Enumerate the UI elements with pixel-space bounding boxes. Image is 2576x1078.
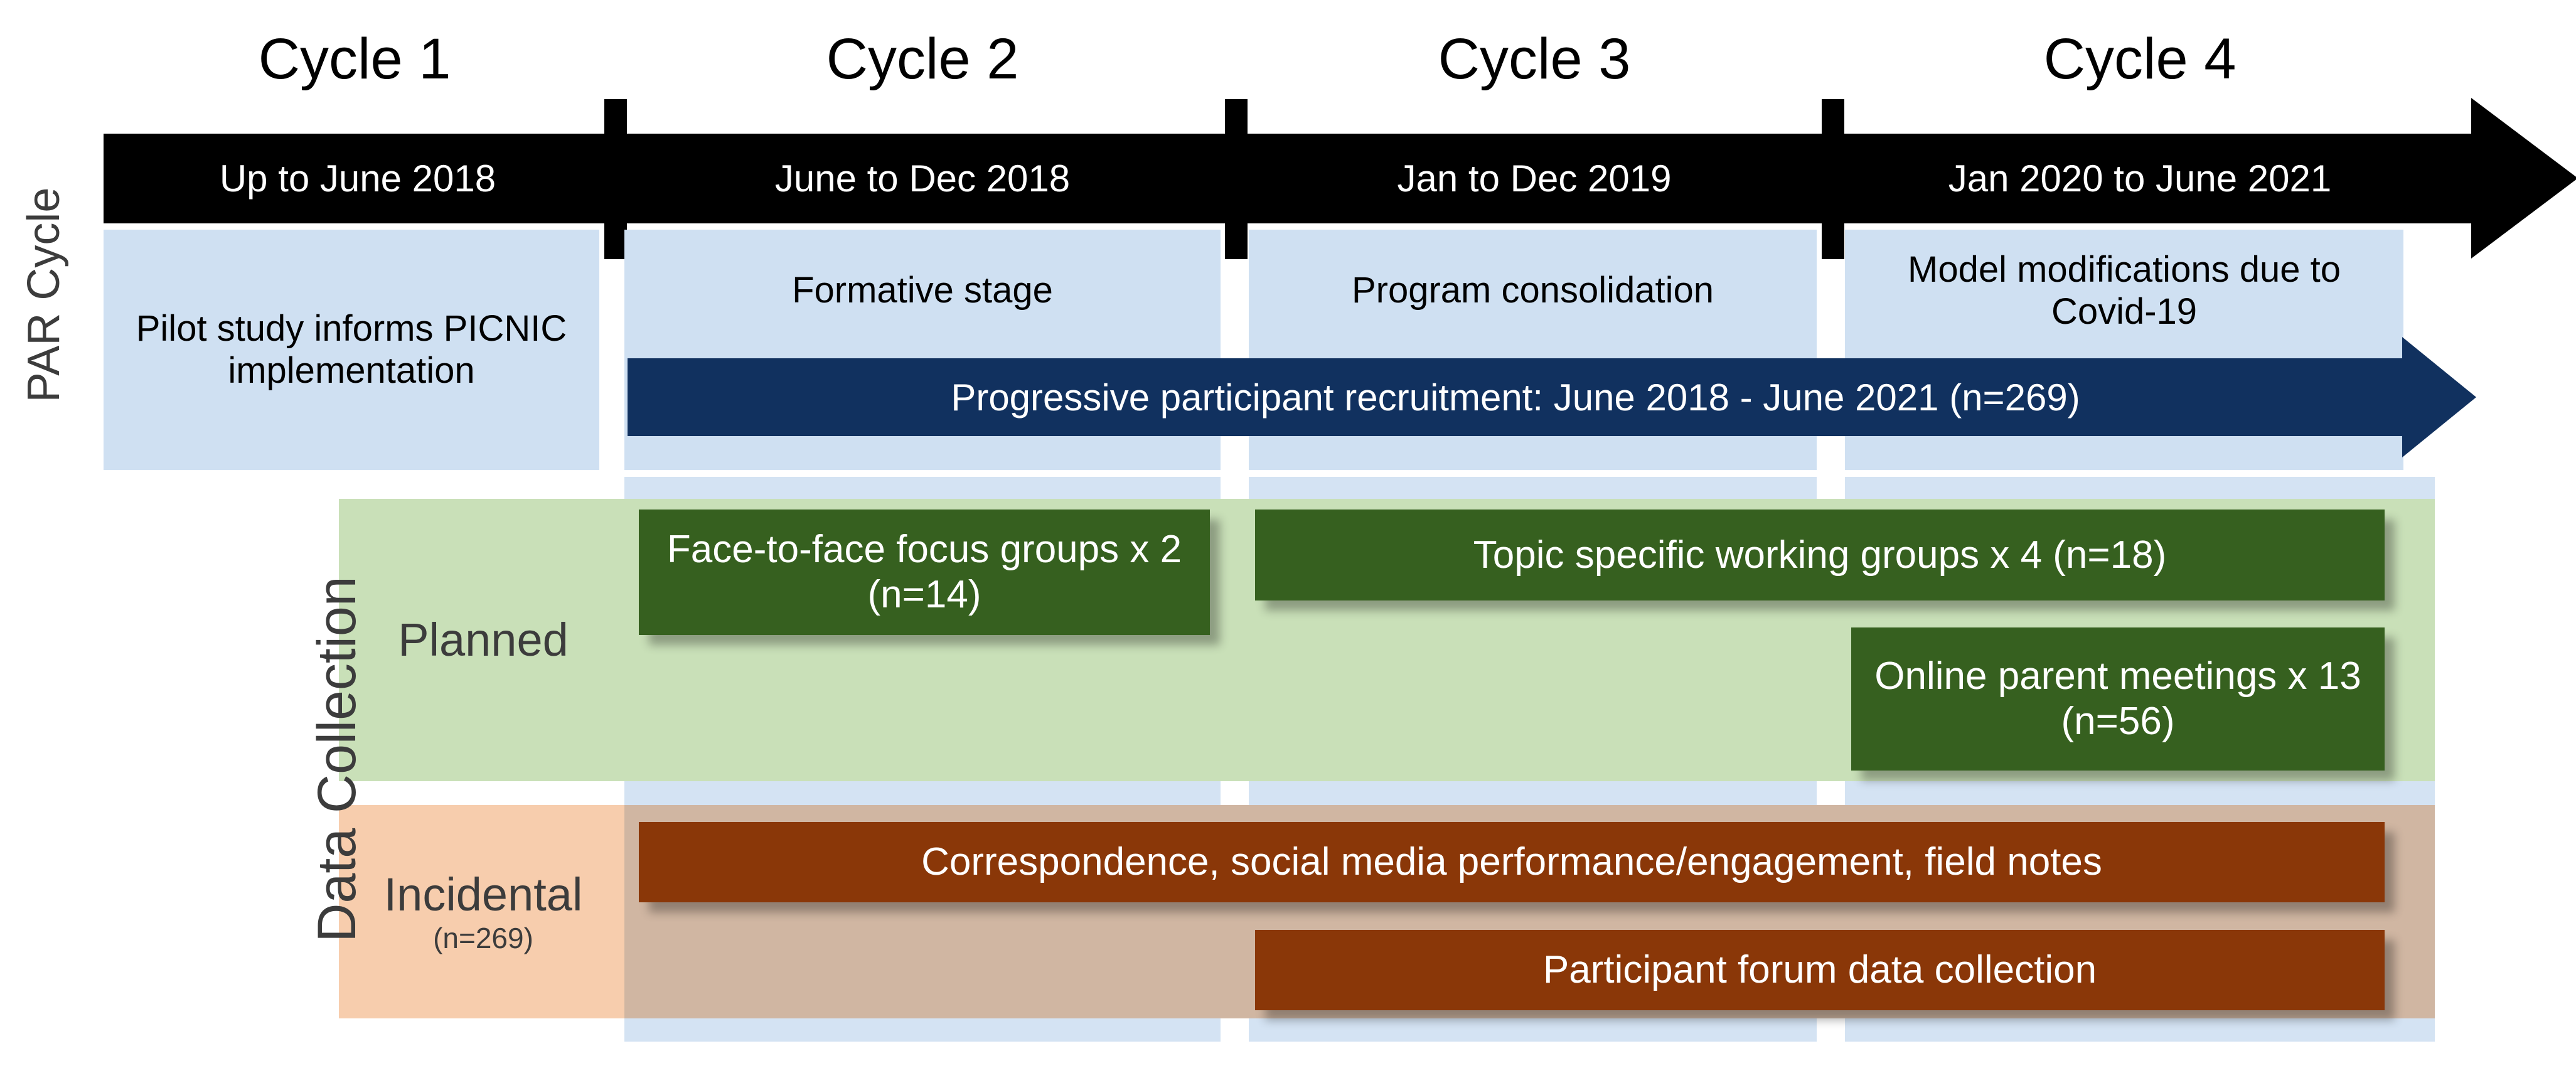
cycle-title-1: Cycle 1 bbox=[258, 27, 451, 91]
planned-item-online-meetings: Online parent meetings x 13 (n=56) bbox=[1851, 627, 2385, 771]
cycle-dates-1: Up to June 2018 bbox=[219, 157, 496, 200]
planned-item-focus-groups: Face-to-face focus groups x 2 (n=14) bbox=[639, 510, 1210, 635]
cycle-dates-4: Jan 2020 to June 2021 bbox=[1948, 157, 2332, 200]
cycle-dates-2: June to Dec 2018 bbox=[774, 157, 1071, 200]
timeline-arrow-head bbox=[2471, 98, 2576, 259]
cycle-title-3: Cycle 3 bbox=[1438, 27, 1631, 91]
par-stage-box-4: Model modifications due to Covid-19 bbox=[1845, 230, 2403, 352]
cycle-divider-tick-2 bbox=[1225, 99, 1248, 259]
recruitment-label: Progressive participant recruitment: Jun… bbox=[951, 376, 2080, 419]
planned-row-label-text: Planned bbox=[398, 614, 569, 666]
incidental-item-correspondence: Correspondence, social media performance… bbox=[639, 822, 2385, 902]
incidental-item-participant-forum: Participant forum data collection bbox=[1255, 930, 2385, 1010]
incidental-row-label: Incidental (n=269) bbox=[342, 805, 624, 1018]
par-stage-box-1: Pilot study informs PICNIC implementatio… bbox=[104, 230, 599, 470]
incidental-row-sublabel: (n=269) bbox=[433, 921, 533, 954]
par-stage-box-2: Formative stage bbox=[624, 230, 1221, 352]
cycle-divider-tick-3 bbox=[1822, 99, 1844, 259]
par-stage-box-3: Program consolidation bbox=[1249, 230, 1817, 352]
planned-item-working-groups: Topic specific working groups x 4 (n=18) bbox=[1255, 510, 2385, 600]
cycle-divider-tick-1 bbox=[604, 99, 627, 259]
incidental-row-label-text: Incidental bbox=[383, 868, 583, 921]
planned-row-label: Planned bbox=[342, 499, 624, 781]
cycle-title-2: Cycle 2 bbox=[826, 27, 1019, 91]
cycle-title-4: Cycle 4 bbox=[2043, 27, 2237, 91]
figure-canvas: Cycle 1 Cycle 2 Cycle 3 Cycle 4 Up to Ju… bbox=[0, 0, 2576, 1078]
recruitment-arrow-head bbox=[2402, 337, 2476, 457]
cycle-dates-3: Jan to Dec 2019 bbox=[1397, 157, 1672, 200]
side-label-par-cycle: PAR Cycle bbox=[19, 187, 69, 403]
side-label-data-collection: Data Collection bbox=[306, 576, 367, 942]
